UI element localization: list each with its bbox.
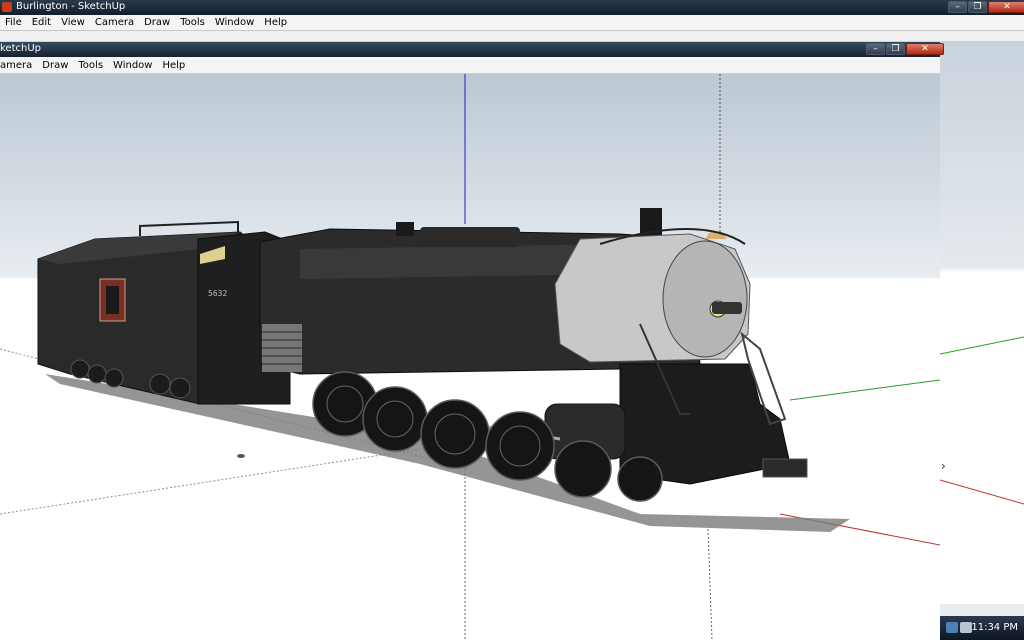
back-window-menubar: File Edit View Camera Draw Tools Window … [0, 15, 1024, 31]
network-icon[interactable] [946, 622, 958, 633]
menu-help[interactable]: Help [259, 17, 292, 28]
menu-view[interactable]: View [56, 17, 90, 28]
tender-herald-inner [106, 286, 119, 314]
maximize-button[interactable]: ❐ [886, 43, 905, 55]
back-window-toolbar [0, 31, 1024, 42]
volume-icon[interactable] [960, 622, 972, 633]
taskbar-clock[interactable]: 11:34 PM [971, 622, 1018, 633]
model-viewport[interactable]: 5632 [0, 74, 940, 640]
back-window-controls: – ❐ ✕ [948, 1, 1024, 13]
front-window-menubar: amera Draw Tools Window Help [0, 57, 940, 74]
menu-draw[interactable]: Draw [139, 17, 175, 28]
minimize-button[interactable]: – [948, 1, 967, 13]
menu-window[interactable]: Window [108, 60, 157, 71]
menu-tools[interactable]: Tools [175, 17, 210, 28]
menu-draw[interactable]: Draw [37, 60, 73, 71]
green-axis [789, 379, 940, 401]
menu-camera[interactable]: amera [0, 60, 37, 71]
back-window-title: Burlington - SketchUp [16, 1, 126, 12]
smokebox-door [662, 240, 748, 358]
menu-tools[interactable]: Tools [73, 60, 108, 71]
menu-camera[interactable]: Camera [90, 17, 139, 28]
ground-object [237, 454, 245, 458]
taskbar-tray: 11:34 PM [940, 616, 1024, 640]
maximize-button[interactable]: ❐ [968, 1, 987, 13]
steam-dome [396, 222, 414, 236]
back-window-viewport[interactable]: › [939, 42, 1024, 604]
locomotive-number: 5632 [208, 289, 227, 298]
front-window-controls: – ❐ ✕ [866, 43, 944, 55]
vertical-dotted-axis-2 [707, 528, 713, 640]
sand-dome [420, 227, 520, 247]
close-button[interactable]: ✕ [988, 1, 1024, 13]
green-axis-dotted [0, 448, 421, 515]
back-viewport-axes: › [939, 336, 1024, 505]
svg-text:›: › [941, 459, 946, 473]
locomotive-model: 5632 [0, 74, 940, 640]
front-window-title: ketchUp [0, 43, 42, 54]
back-window-titlebar[interactable]: Burlington - SketchUp – ❐ ✕ [0, 0, 1024, 15]
menu-help[interactable]: Help [157, 60, 190, 71]
close-button[interactable]: ✕ [906, 43, 944, 55]
menu-edit[interactable]: Edit [27, 17, 56, 28]
menu-file[interactable]: File [0, 17, 27, 28]
sketchup-app-icon [2, 2, 12, 12]
front-coupler [762, 458, 808, 478]
minimize-button[interactable]: – [866, 43, 885, 55]
menu-window[interactable]: Window [210, 17, 259, 28]
headlight-housing [712, 302, 742, 314]
front-window-titlebar[interactable]: ketchUp – ❐ ✕ [0, 42, 944, 57]
